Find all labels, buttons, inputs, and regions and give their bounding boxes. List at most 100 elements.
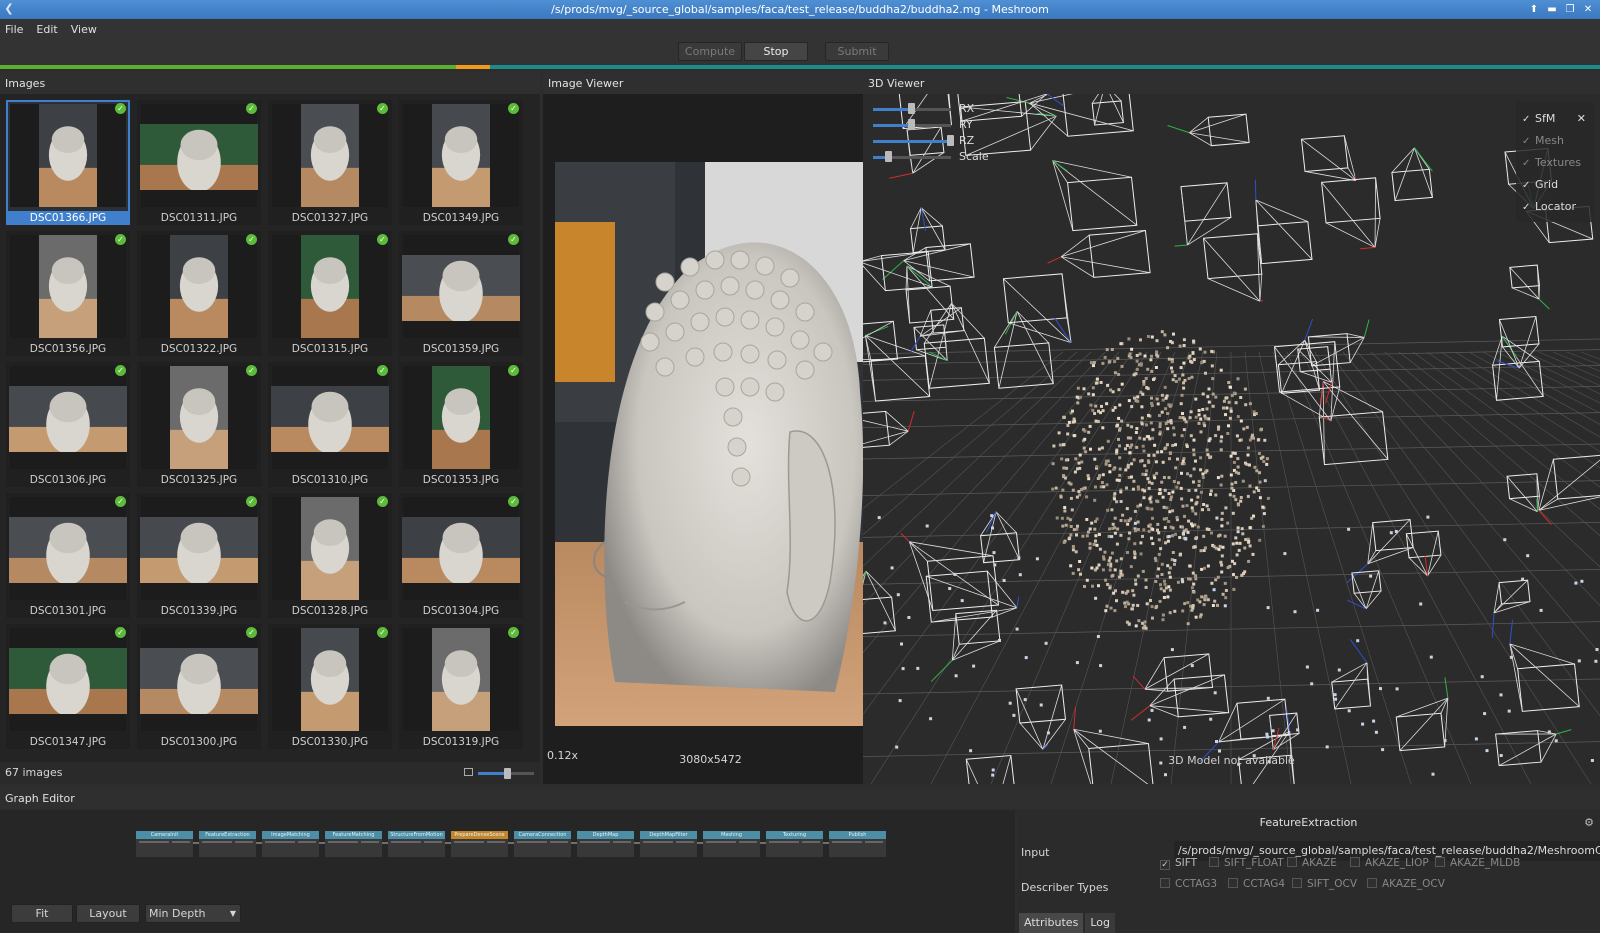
image-thumbnail[interactable]: ✓ DSC01353.JPG	[399, 362, 523, 487]
graph-node[interactable]: DepthMapFilter	[640, 831, 697, 857]
menu-edit[interactable]: Edit	[36, 23, 57, 36]
thumbnail-size-icon	[464, 768, 473, 776]
layer-toggle[interactable]: ✓ Locator	[1516, 196, 1594, 218]
viewer3d-scene[interactable]	[863, 94, 1600, 784]
compute-button[interactable]: Compute	[678, 42, 742, 61]
describer-checkbox[interactable]: CCTAG4	[1228, 878, 1285, 890]
checkbox-icon[interactable]	[1287, 857, 1297, 867]
close-icon[interactable]: ✕	[1582, 0, 1594, 19]
describer-checkbox[interactable]: CCTAG3	[1160, 878, 1217, 890]
layer-toggle[interactable]: ✓ Mesh	[1516, 130, 1594, 152]
checkbox-icon[interactable]	[1435, 857, 1445, 867]
checkbox-icon[interactable]	[1209, 857, 1219, 867]
submit-button[interactable]: Submit	[825, 42, 889, 61]
describer-checkbox[interactable]: AKAZE_OCV	[1367, 878, 1445, 890]
describer-checkbox[interactable]: SIFT_OCV	[1292, 878, 1357, 890]
image-thumbnail[interactable]: ✓ DSC01322.JPG	[137, 231, 261, 356]
image-viewer[interactable]: 0.12x 3080x5472	[543, 94, 878, 784]
graph-node[interactable]: DepthMap	[577, 831, 634, 857]
image-thumbnail[interactable]: ✓ DSC01319.JPG	[399, 624, 523, 749]
image-thumbnail[interactable]: ✓ DSC01349.JPG	[399, 100, 523, 225]
graph-node[interactable]: Meshing	[703, 831, 760, 857]
graph-node[interactable]: ImageMatching	[262, 831, 319, 857]
gear-icon[interactable]: ⚙	[1584, 816, 1594, 829]
menu-view[interactable]: View	[71, 23, 97, 36]
fit-button[interactable]: Fit	[11, 904, 73, 923]
checkbox-icon[interactable]: ✓	[1522, 197, 1535, 219]
describer-label: CCTAG4	[1243, 878, 1286, 890]
depth-mode-select[interactable]: Min Depth ▼	[145, 904, 241, 923]
image-thumbnail[interactable]: ✓ DSC01330.JPG	[268, 624, 392, 749]
layer-toggle[interactable]: ✓ Textures	[1516, 152, 1594, 174]
chevron-down-icon: ▼	[229, 909, 236, 918]
restore-icon[interactable]: ▬	[1546, 0, 1558, 19]
checkbox-icon[interactable]	[1228, 878, 1238, 888]
slider-handle[interactable]	[908, 103, 915, 114]
tab-log[interactable]: Log	[1085, 913, 1115, 933]
graph-node-title: DepthMapFilter	[640, 831, 697, 839]
image-thumbnail[interactable]: ✓ DSC01301.JPG	[6, 493, 130, 618]
graph-node[interactable]: FeatureMatching	[325, 831, 382, 857]
layer-toggle[interactable]: ✓ Grid	[1516, 174, 1594, 196]
maximize-icon[interactable]: ❐	[1564, 0, 1576, 19]
describer-checkbox[interactable]: SIFT_FLOAT	[1209, 857, 1284, 869]
checkbox-icon[interactable]: ✓	[1522, 109, 1535, 131]
slider-handle[interactable]	[884, 151, 892, 162]
image-thumbnail[interactable]: ✓ DSC01328.JPG	[268, 493, 392, 618]
image-thumbnail[interactable]: ✓ DSC01366.JPG	[6, 100, 130, 225]
graph-node[interactable]: CameraConnection	[514, 831, 571, 857]
toolbar: Compute Stop Submit	[0, 39, 1600, 65]
image-thumbnail[interactable]: ✓ DSC01359.JPG	[399, 231, 523, 356]
checkbox-icon[interactable]: ✓	[1522, 175, 1535, 197]
graph-node[interactable]: StructureFromMotion	[388, 831, 445, 857]
attribute-tabs: Attributes Log	[1019, 913, 1117, 933]
checkbox-icon[interactable]: ✓	[1522, 131, 1535, 153]
minimize-icon[interactable]: ⬆	[1528, 0, 1540, 19]
describer-checkbox[interactable]: ✓ SIFT	[1160, 857, 1197, 870]
image-thumbnail[interactable]: ✓ DSC01327.JPG	[268, 100, 392, 225]
checkbox-icon[interactable]: ✓	[1522, 153, 1535, 175]
image-thumbnail[interactable]: ✓ DSC01315.JPG	[268, 231, 392, 356]
graph-node[interactable]: FeatureExtraction	[199, 831, 256, 857]
graph-node[interactable]: PrepareDenseScene	[451, 831, 508, 857]
describer-checkbox[interactable]: AKAZE_LIOP	[1350, 857, 1429, 869]
status-check-icon: ✓	[508, 234, 519, 245]
thumbnail-size-slider[interactable]	[478, 768, 534, 779]
image-thumbnail[interactable]: ✓ DSC01325.JPG	[137, 362, 261, 487]
image-thumbnail[interactable]: ✓ DSC01339.JPG	[137, 493, 261, 618]
graph-node[interactable]: Texturing	[766, 831, 823, 857]
viewer3d-panel[interactable]: RX RY RZ Scale ✓ SfM ✕ ✓ Mesh ✓ Textures ✓ Grid ✓ Loc…	[863, 94, 1600, 784]
graph-node-title: ImageMatching	[262, 831, 319, 839]
checkbox-icon[interactable]	[1350, 857, 1360, 867]
image-thumbnail[interactable]: ✓ DSC01310.JPG	[268, 362, 392, 487]
layer-label: SfM	[1535, 112, 1556, 125]
slider-handle[interactable]	[908, 119, 915, 130]
graph-node[interactable]: CameraInit	[136, 831, 193, 857]
stop-button[interactable]: Stop	[744, 42, 808, 61]
thumbnail-photo	[140, 517, 258, 585]
image-thumbnail[interactable]: ✓ DSC01306.JPG	[6, 362, 130, 487]
image-thumbnail[interactable]: ✓ DSC01356.JPG	[6, 231, 130, 356]
layer-toggle[interactable]: ✓ SfM ✕	[1516, 108, 1594, 130]
slider-handle[interactable]	[504, 768, 511, 779]
slider-handle[interactable]	[947, 135, 954, 146]
checkbox-icon[interactable]: ✓	[1160, 860, 1170, 870]
thumbnail-photo	[170, 235, 228, 338]
describer-checkbox[interactable]: AKAZE	[1287, 857, 1337, 869]
layout-button[interactable]: Layout	[76, 904, 140, 923]
image-thumbnail[interactable]: ✓ DSC01300.JPG	[137, 624, 261, 749]
checkbox-icon[interactable]	[1367, 878, 1377, 888]
image-thumbnail[interactable]: ✓ DSC01347.JPG	[6, 624, 130, 749]
tab-attributes[interactable]: Attributes	[1019, 913, 1084, 933]
image-thumbnail[interactable]: ✓ DSC01311.JPG	[137, 100, 261, 225]
pipeline-progress-bar	[0, 65, 1600, 69]
describer-checkbox[interactable]: AKAZE_MLDB	[1435, 857, 1520, 869]
checkbox-icon[interactable]	[1160, 878, 1170, 888]
checkbox-icon[interactable]	[1292, 878, 1302, 888]
node-port	[328, 841, 358, 843]
graph-node[interactable]: Publish	[829, 831, 886, 857]
menu-file[interactable]: File	[5, 23, 23, 36]
image-thumbnail[interactable]: ✓ DSC01304.JPG	[399, 493, 523, 618]
status-check-icon: ✓	[508, 103, 519, 114]
remove-layer-icon[interactable]: ✕	[1577, 108, 1586, 130]
